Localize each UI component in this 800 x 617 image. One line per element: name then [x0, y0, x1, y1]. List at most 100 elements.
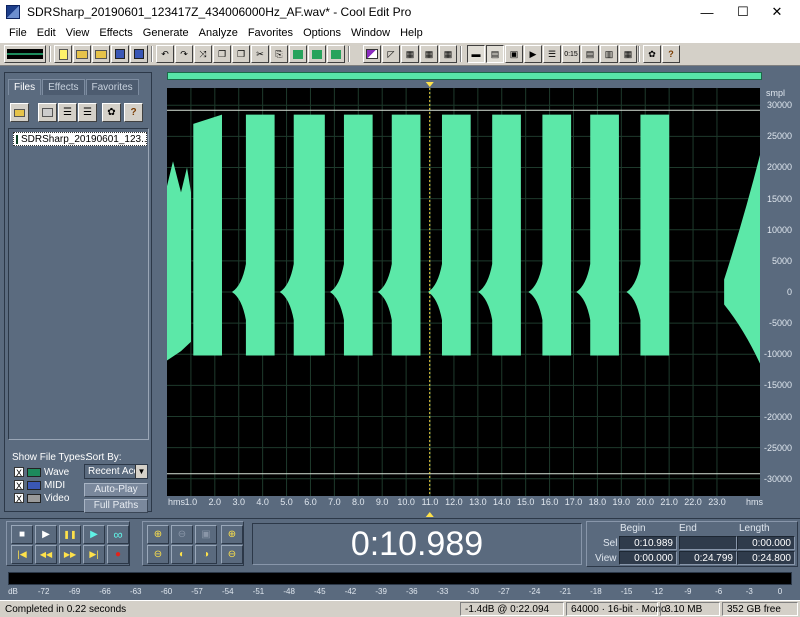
sort-by-select[interactable]: Recent Acc ▼ [84, 464, 148, 479]
zoom-out-icon: ⊖ [227, 549, 237, 560]
open-append-button[interactable] [92, 45, 110, 63]
repeat-last-button[interactable]: ⤨ [194, 45, 212, 63]
organizer-tabs: Files Effects Favorites [8, 79, 140, 95]
open-file-button[interactable] [73, 45, 91, 63]
menu-effects[interactable]: Effects [94, 27, 137, 39]
new-file-button[interactable] [54, 45, 72, 63]
meter-scale-label: -51 [252, 587, 265, 596]
waveform-panel: smpl 30000 25000 20000 15000 10000 5000 0 -5000… [160, 66, 800, 518]
view-end-field[interactable]: 0:24.799 [679, 551, 737, 565]
undo-button[interactable]: ↶ [156, 45, 174, 63]
sel-end-field[interactable] [679, 536, 737, 550]
close-file-button[interactable] [38, 103, 57, 122]
edit-file-button[interactable]: ☰ [78, 103, 97, 122]
zoom-selection-button[interactable]: ▣ [195, 525, 217, 544]
tab-effects[interactable]: Effects [42, 79, 85, 95]
menu-view[interactable]: View [61, 27, 95, 39]
tab-files[interactable]: Files [8, 79, 42, 95]
close-button[interactable]: ✕ [754, 0, 800, 24]
go-to-end-button[interactable]: ▶| [83, 545, 105, 564]
sel-length-field[interactable]: 0:00.000 [737, 536, 795, 550]
info-button[interactable]: ▣ [505, 45, 523, 63]
multitrack-toggle-button[interactable] [4, 45, 46, 63]
time-tick-label: 23.0 [708, 497, 726, 507]
sel-begin-field[interactable]: 0:10.989 [619, 536, 677, 550]
file-type-midi[interactable]: X MIDI [14, 479, 65, 491]
play-looped-button[interactable]: ∞ [107, 525, 129, 544]
full-paths-button[interactable]: Full Paths [84, 499, 148, 513]
menu-edit[interactable]: Edit [32, 27, 61, 39]
playlist-icon: ☰ [547, 48, 557, 59]
transport-bar: ■ ▶ ❚❚ ▶ ∞ |◀ ◀◀ ▶▶ ▶| ● ⊕ ⊖ ▣ ⊕ ⊖ ◐ ◑ ⊖… [0, 518, 800, 568]
save-as-button[interactable] [130, 45, 148, 63]
insert-into-multitrack-button[interactable]: ☰ [58, 103, 77, 122]
paste-new-button[interactable] [289, 45, 307, 63]
waveform-display[interactable] [160, 66, 800, 518]
auto-play-button[interactable]: Auto-Play [84, 483, 148, 497]
video-checkbox[interactable]: X [14, 493, 24, 504]
menu-file[interactable]: File [4, 27, 32, 39]
trim-button[interactable] [327, 45, 345, 63]
stop-button[interactable]: ■ [11, 525, 33, 544]
folder-icon [14, 108, 25, 117]
play-button[interactable]: ▶ [83, 525, 105, 544]
paste-button[interactable]: ⎘ [270, 45, 288, 63]
view-length-field[interactable]: 0:24.800 [737, 551, 795, 565]
zoom-in-horizontal-button[interactable]: ⊕ [147, 525, 169, 544]
scripts-button[interactable]: ✿ [643, 45, 661, 63]
transport-controls: ■ ▶ ❚❚ ▶ ∞ |◀ ◀◀ ▶▶ ▶| ● [6, 521, 130, 566]
file-list-item[interactable]: SDRSharp_20190601_123... [13, 132, 147, 146]
menu-favorites[interactable]: Favorites [243, 27, 298, 39]
help-button[interactable]: ? [662, 45, 680, 63]
organizer-help-button[interactable]: ? [124, 103, 143, 122]
menu-window[interactable]: Window [346, 27, 395, 39]
snap-button[interactable]: ▥ [600, 45, 618, 63]
save-button[interactable] [111, 45, 129, 63]
zoom-out-vertical-button[interactable]: ⊖ [221, 545, 243, 564]
zoom-left-button[interactable]: ◐ [171, 545, 193, 564]
rewind-button[interactable]: ◀◀ [35, 545, 57, 564]
grid-view-button[interactable]: ▦ [401, 45, 419, 63]
menu-help[interactable]: Help [395, 27, 428, 39]
waveform-display-button[interactable]: ▬ [467, 45, 485, 63]
tab-favorites[interactable]: Favorites [85, 79, 139, 95]
play-file-button[interactable]: ✿ [102, 103, 121, 122]
meter-scale-label: -21 [559, 587, 572, 596]
time-tick-label: 5.0 [280, 497, 293, 507]
fast-forward-button[interactable]: ▶▶ [59, 545, 81, 564]
help-icon: ? [130, 107, 137, 118]
zoom-out-horizontal-button[interactable]: ⊖ [147, 545, 169, 564]
cut-button[interactable]: ✂ [251, 45, 269, 63]
file-type-video[interactable]: X Video [14, 492, 69, 504]
cue-list-button[interactable]: ▶ [524, 45, 542, 63]
view-begin-field[interactable]: 0:00.000 [619, 551, 677, 565]
wave-checkbox[interactable]: X [14, 467, 24, 478]
frames-button[interactable]: ▤ [581, 45, 599, 63]
zoom-in-vertical-button[interactable]: ⊕ [221, 525, 243, 544]
file-type-wave[interactable]: X Wave [14, 466, 69, 478]
markers-button[interactable]: ▦ [619, 45, 637, 63]
grid-view-2-button[interactable]: ▦ [420, 45, 438, 63]
redo-button[interactable]: ↷ [175, 45, 193, 63]
spectral-display-button[interactable]: ▤ [486, 45, 504, 63]
envelope-button[interactable] [363, 45, 381, 63]
midi-checkbox[interactable]: X [14, 480, 24, 491]
record-button[interactable]: ● [107, 545, 129, 564]
grid-view-3-button[interactable]: ▦ [439, 45, 457, 63]
menu-analyze[interactable]: Analyze [194, 27, 243, 39]
mix-paste-button[interactable] [308, 45, 326, 63]
meter-scale-label: -24 [528, 587, 541, 596]
playlist-button[interactable]: ☰ [543, 45, 561, 63]
copy-button[interactable]: ❐ [213, 45, 231, 63]
zoom-right-button[interactable]: ◑ [195, 545, 217, 564]
play-to-end-button[interactable]: ▶ [35, 525, 57, 544]
go-to-start-button[interactable]: |◀ [11, 545, 33, 564]
fade-button[interactable]: ◸ [382, 45, 400, 63]
menu-generate[interactable]: Generate [138, 27, 194, 39]
pause-button[interactable]: ❚❚ [59, 525, 81, 544]
menu-options[interactable]: Options [298, 27, 346, 39]
zoom-out-full-button[interactable]: ⊖ [171, 525, 193, 544]
open-file-button[interactable] [10, 103, 29, 122]
time-format-button[interactable]: 0:15 [562, 45, 580, 63]
copy-new-button[interactable]: ❐ [232, 45, 250, 63]
